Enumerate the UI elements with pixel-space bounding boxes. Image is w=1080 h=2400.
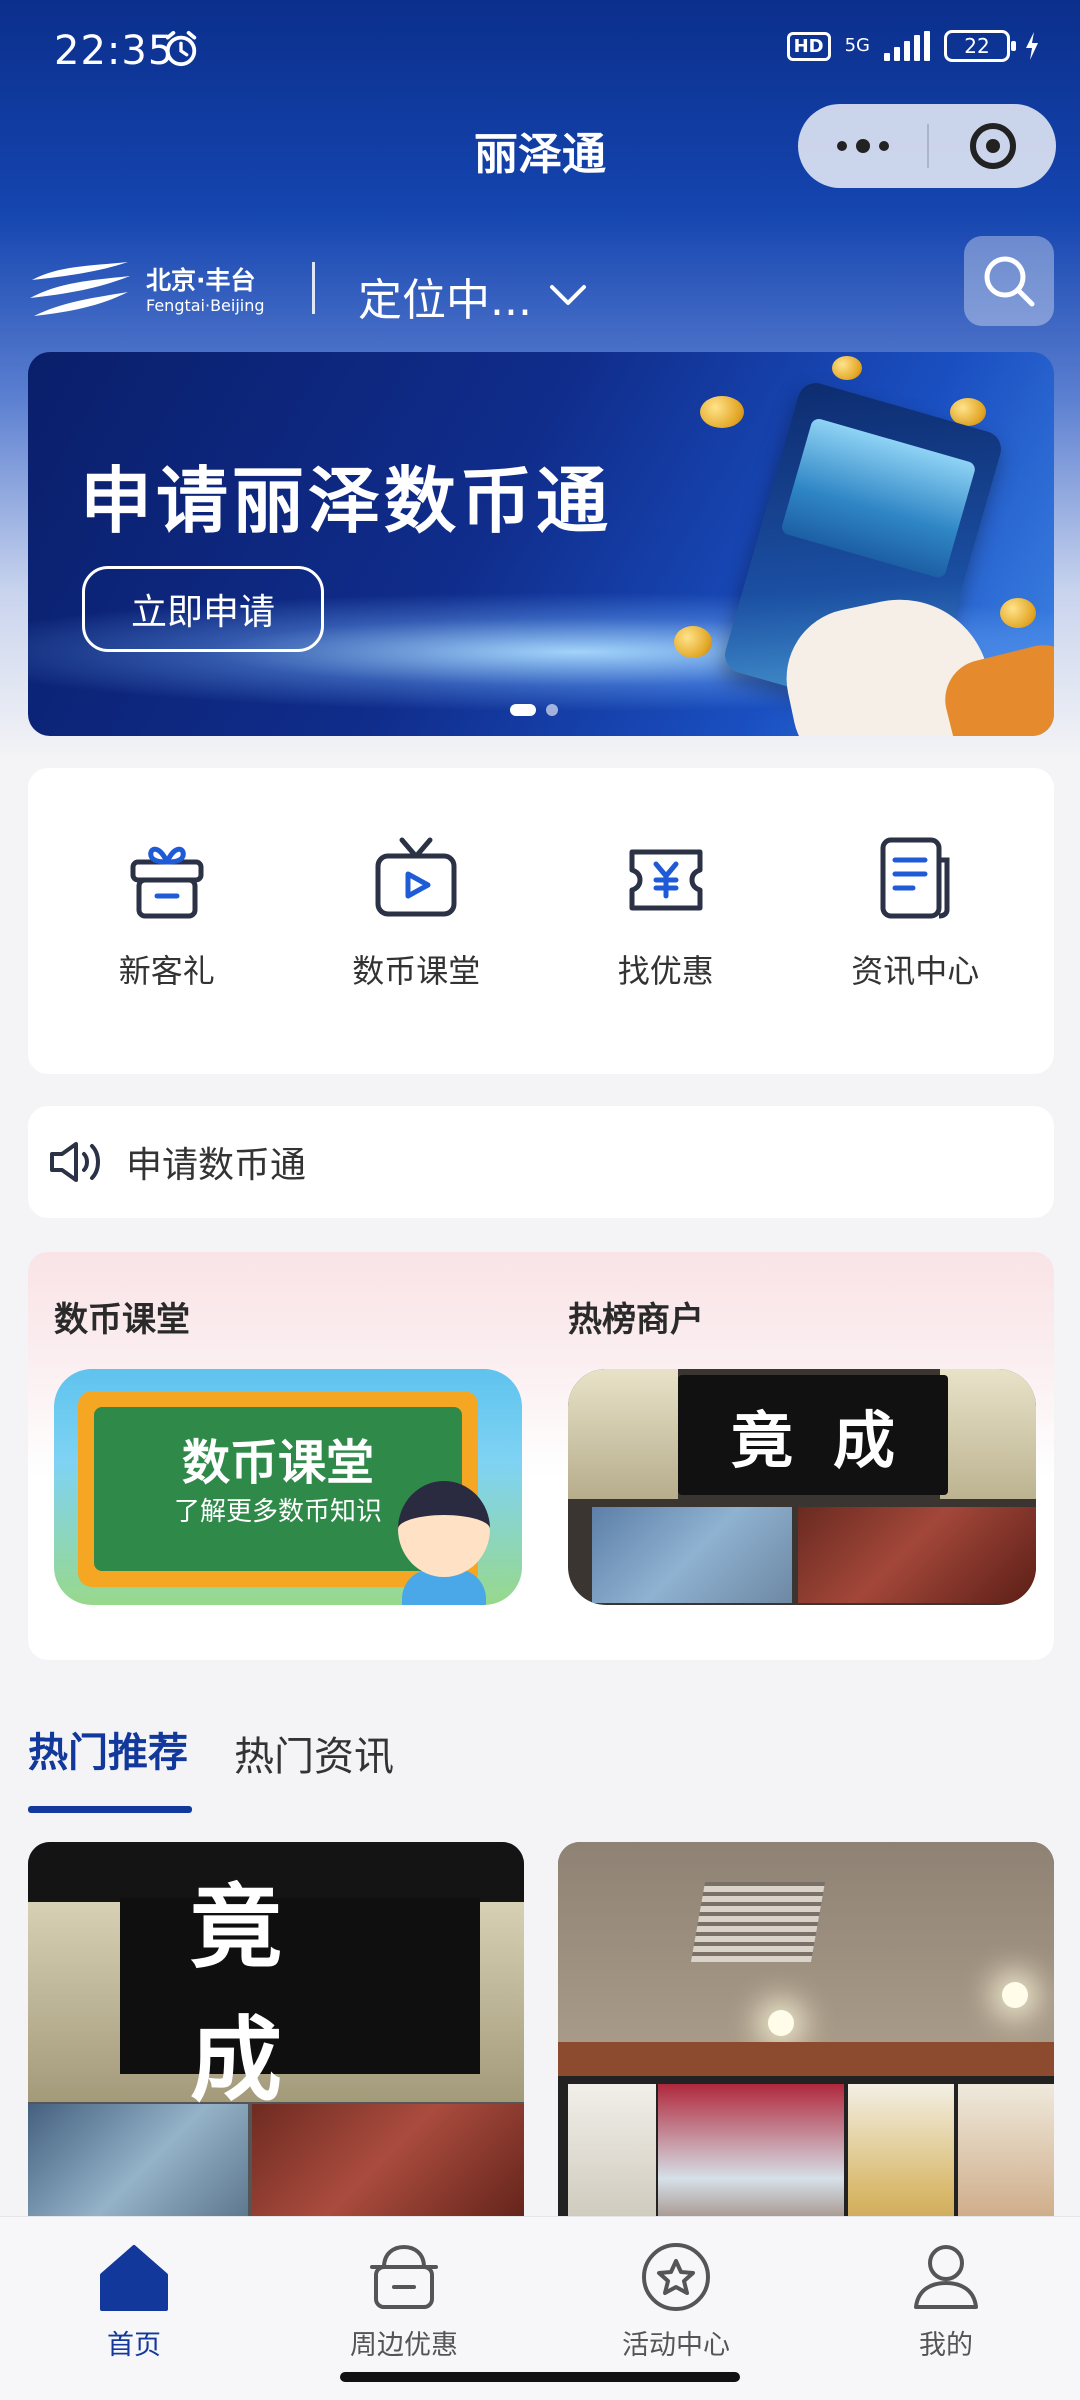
more-dot — [855, 139, 870, 153]
more-dot — [836, 141, 847, 151]
banner-pagination — [510, 704, 558, 716]
home-icon — [100, 2245, 168, 2311]
gift-icon — [130, 846, 204, 919]
star-badge-icon — [642, 2243, 710, 2311]
quick-action-currency-class[interactable]: 数币课堂 — [301, 768, 531, 1074]
quick-action-label: 找优惠 — [617, 952, 714, 990]
hd-badge: HD — [786, 31, 831, 61]
news-doc-icon — [880, 837, 950, 919]
logo-text-en: Fengtai·Beijing — [146, 296, 265, 315]
quick-action-label: 资讯中心 — [851, 952, 980, 990]
notice-text: 申请数币通 — [126, 1145, 307, 1186]
status-bar: 22:35 HD 5G 22 — [0, 0, 1080, 100]
section-title: 数币课堂 — [54, 1300, 190, 1340]
cartoon-kid-illustration — [392, 1481, 496, 1605]
tab-hot-recommend[interactable]: 热门推荐 — [28, 1720, 188, 1778]
coin-decoration — [1000, 598, 1036, 628]
tab-activity-center[interactable]: 活动中心 — [576, 2237, 776, 2362]
tab-label: 活动中心 — [622, 2330, 730, 2361]
signal-icon — [884, 31, 930, 61]
coin-decoration — [674, 626, 712, 658]
tab-nearby-deals[interactable]: 周边优惠 — [304, 2237, 504, 2362]
quick-action-new-customer-gift[interactable]: 新客礼 — [52, 768, 282, 1074]
coin-decoration — [700, 396, 744, 428]
location-selector[interactable]: 定位中... — [358, 264, 588, 328]
pagination-dot — [546, 704, 558, 716]
recommend-feed: 竟成 — [28, 1842, 1054, 2242]
quick-actions-panel: 新客礼 数币课堂 找优惠 资讯中心 — [28, 768, 1054, 1074]
tab-label: 周边优惠 — [350, 2330, 458, 2361]
nav-bar: 丽泽通 — [0, 100, 1080, 190]
nearby-deals-icon — [370, 2244, 438, 2309]
apply-now-button[interactable]: 立即申请 — [82, 566, 324, 652]
user-icon — [914, 2245, 978, 2309]
chevron-down-icon — [549, 285, 586, 305]
quick-action-label: 数币课堂 — [352, 952, 481, 990]
quick-action-news-center[interactable]: 资讯中心 — [800, 768, 1030, 1074]
yuan-ticket-icon — [629, 849, 703, 911]
active-tab-indicator — [28, 1806, 192, 1813]
home-indicator[interactable] — [340, 2372, 740, 2382]
close-miniprogram-button[interactable] — [929, 104, 1056, 188]
location-label: 定位中... — [358, 275, 532, 326]
network-type: 5G — [844, 35, 870, 56]
tab-home[interactable]: 首页 — [34, 2237, 234, 2362]
tab-hot-news[interactable]: 热门资讯 — [234, 1724, 394, 1782]
tv-play-icon — [375, 837, 457, 917]
more-menu-button[interactable] — [798, 104, 927, 188]
feed-tabs: 热门推荐 热门资讯 — [28, 1720, 728, 1816]
battery-percent: 22 — [964, 34, 990, 58]
target-icon — [969, 123, 1016, 169]
tab-label: 我的 — [919, 2330, 973, 2361]
miniprogram-capsule — [798, 104, 1056, 188]
currency-class-section: 数币课堂 数币课堂 了解更多数币知识 — [54, 1292, 522, 1605]
ceiling-lamp — [768, 2010, 794, 2036]
ceiling-lamp — [1002, 1982, 1028, 2008]
status-right-cluster: HD 5G 22 — [786, 30, 1040, 62]
section-title: 热榜商户 — [568, 1300, 704, 1340]
hot-merchant-photo[interactable]: 竟成 — [568, 1369, 1036, 1605]
featured-sections: 数币课堂 数币课堂 了解更多数币知识 热榜商户 竟成 — [28, 1252, 1054, 1660]
fengtai-logo: 北京·丰台 Fengtai·Beijing — [28, 258, 278, 324]
location-bar: 北京·丰台 Fengtai·Beijing 定位中... — [0, 236, 1080, 342]
search-icon — [984, 256, 1035, 307]
feed-card[interactable] — [558, 1842, 1054, 2242]
ceiling-vent — [690, 1882, 826, 1962]
tab-label: 首页 — [107, 2330, 161, 2361]
shop-sign: 竟成 — [120, 1874, 480, 2114]
pagination-dot-active — [510, 704, 536, 716]
speaker-icon — [50, 1142, 100, 1182]
hot-merchants-section: 热榜商户 竟成 — [568, 1292, 1036, 1605]
status-time: 22:35 — [54, 28, 175, 74]
coin-decoration — [832, 356, 862, 380]
search-button[interactable] — [964, 236, 1054, 326]
notice-bar[interactable]: 申请数币通 — [28, 1106, 1054, 1218]
more-dot — [878, 141, 889, 151]
shop-sign: 竟成 — [678, 1375, 948, 1495]
battery-icon: 22 — [944, 30, 1016, 62]
feed-card[interactable]: 竟成 — [28, 1842, 524, 2242]
tab-mine[interactable]: 我的 — [846, 2237, 1046, 2362]
logo-waves-icon — [30, 262, 130, 316]
logo-text-zh: 北京·丰台 — [146, 266, 256, 295]
promo-banner[interactable]: 申请丽泽数币通 立即申请 — [28, 352, 1054, 736]
charging-icon — [1026, 32, 1038, 60]
location-divider — [312, 262, 315, 314]
quick-action-label: 新客礼 — [118, 952, 215, 990]
banner-headline: 申请丽泽数币通 — [80, 459, 613, 543]
quick-action-find-deals[interactable]: 找优惠 — [551, 768, 781, 1074]
alarm-icon — [165, 30, 197, 67]
currency-class-banner[interactable]: 数币课堂 了解更多数币知识 — [54, 1369, 522, 1605]
